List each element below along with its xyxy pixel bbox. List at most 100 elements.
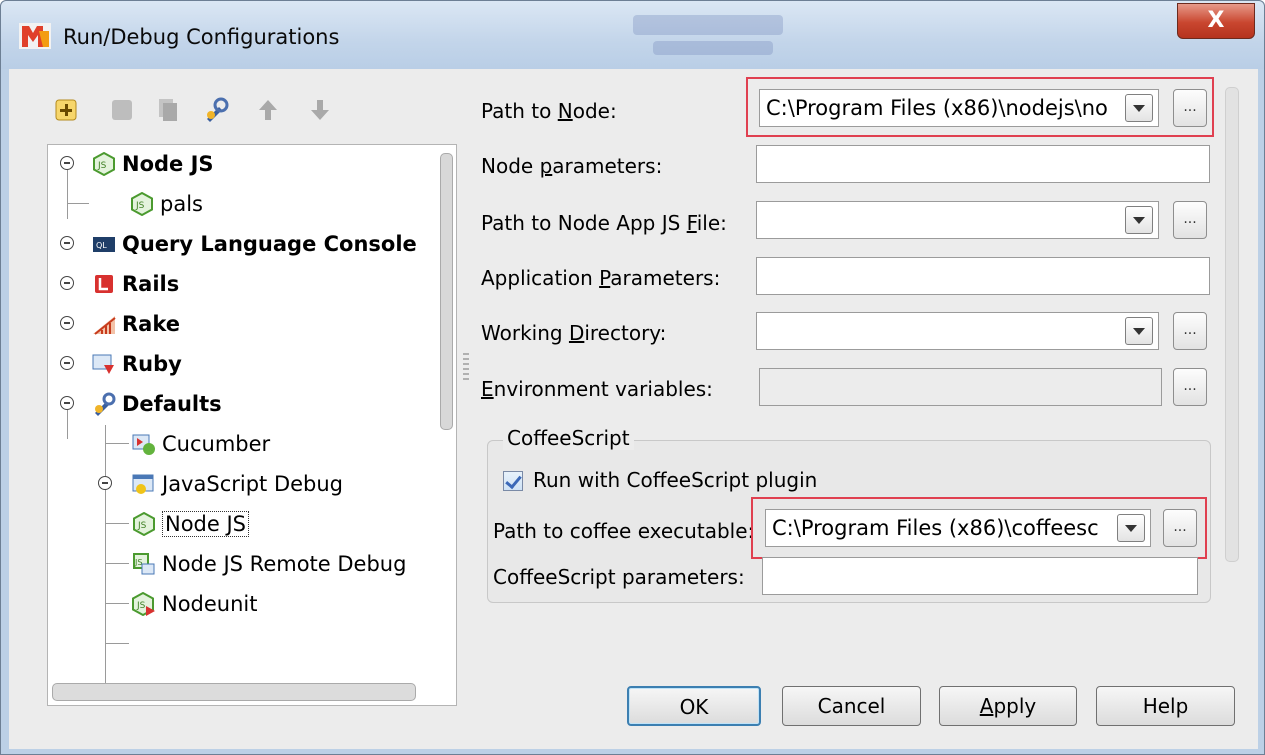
tree-line	[67, 203, 89, 204]
rake-icon	[93, 316, 116, 335]
add-icon[interactable]	[53, 97, 79, 123]
tree-expander[interactable]	[60, 316, 74, 330]
coffeescript-parameters-label: CoffeeScript parameters:	[493, 565, 745, 589]
working-directory-input[interactable]	[756, 312, 1159, 350]
tree-line	[105, 443, 129, 444]
tree-horizontal-scrollbar[interactable]	[52, 683, 416, 701]
tree-line	[105, 603, 129, 604]
tree-expander[interactable]	[98, 476, 112, 490]
ok-button[interactable]: OK	[627, 686, 761, 726]
tree-expander[interactable]	[60, 236, 74, 250]
node-parameters-input[interactable]	[756, 145, 1210, 183]
wrench-icon	[95, 392, 116, 416]
tree-item-label: Cucumber	[162, 432, 271, 456]
tree-vertical-scrollbar[interactable]	[438, 147, 454, 695]
app-js-file-label: Path to Node App JS File:	[481, 211, 727, 235]
working-directory-label: Working Directory:	[481, 321, 667, 345]
rails-icon	[95, 275, 113, 293]
tree-expander[interactable]	[60, 396, 74, 410]
query-console-icon: QL	[93, 237, 115, 252]
dialog-window: Run/Debug Configurations X JS Node JS JS…	[0, 0, 1265, 755]
tree-expander[interactable]	[60, 356, 74, 370]
cancel-button[interactable]: Cancel	[782, 686, 921, 726]
tree-item-label: Query Language Console	[122, 232, 417, 256]
node-parameters-label: Node parameters:	[481, 154, 663, 178]
tree-item-label: Rake	[122, 312, 180, 336]
tree-item-rake[interactable]: Rake	[92, 305, 180, 343]
ruby-icon	[92, 354, 114, 374]
move-up-icon[interactable]	[255, 97, 281, 123]
coffeescript-parameters-input[interactable]	[762, 557, 1198, 595]
coffee-executable-label: Path to coffee executable:	[493, 519, 755, 543]
remove-icon[interactable]	[109, 97, 135, 123]
working-directory-dropdown[interactable]	[1125, 317, 1153, 345]
highlight-box	[746, 77, 1214, 137]
dialog-content: JS Node JS JS pals QL Query Language Con…	[9, 69, 1258, 749]
nodejs-icon: JS	[93, 152, 115, 176]
tree-item-cucumber[interactable]: Cucumber	[132, 425, 270, 463]
help-button[interactable]: Help	[1096, 686, 1235, 726]
background-blur	[633, 15, 783, 35]
nodejs-icon: JS	[131, 192, 153, 216]
tree-item-query-language-console[interactable]: QL Query Language Console	[92, 225, 417, 263]
tree-item-defaults[interactable]: Defaults	[92, 385, 222, 423]
edit-defaults-icon[interactable]	[203, 97, 229, 123]
tree-item-node-js[interactable]: JS Node JS	[92, 145, 214, 183]
tree-expander[interactable]	[60, 276, 74, 290]
apply-button[interactable]: Apply	[939, 686, 1077, 726]
tree-item-label: JavaScript Debug	[162, 472, 344, 496]
tree-item-label: pals	[160, 192, 203, 216]
tree-line	[105, 563, 129, 564]
nodeunit-icon: JS	[132, 592, 155, 616]
svg-text:QL: QL	[96, 241, 107, 250]
app-parameters-label: Application Parameters:	[481, 266, 721, 290]
tree-item-nodeunit[interactable]: JS Nodeunit	[132, 585, 258, 623]
tree-item-rails[interactable]: Rails	[92, 265, 179, 303]
panel-splitter[interactable]	[463, 353, 469, 381]
tree-item-label: Node JS	[162, 511, 250, 537]
run-with-coffeescript-label[interactable]: Run with CoffeeScript plugin	[533, 468, 817, 492]
tree-item-node-js-default[interactable]: JS Node JS	[132, 505, 250, 543]
cucumber-icon	[132, 434, 155, 455]
tree-item-ruby[interactable]: Ruby	[92, 345, 182, 383]
working-directory-browse-button[interactable]: ...	[1173, 312, 1207, 350]
run-with-coffeescript-checkbox[interactable]	[503, 471, 523, 491]
tree-line	[105, 425, 106, 690]
close-button[interactable]: X	[1177, 3, 1255, 39]
tree-item-label: Node JS	[122, 152, 214, 176]
window-title: Run/Debug Configurations	[63, 25, 340, 49]
title-bar[interactable]: Run/Debug Configurations X	[1, 1, 1264, 69]
configurations-tree[interactable]: JS Node JS JS pals QL Query Language Con…	[47, 144, 457, 706]
app-js-file-input[interactable]	[756, 201, 1159, 239]
app-js-file-dropdown[interactable]	[1125, 206, 1153, 234]
app-js-file-browse-button[interactable]: ...	[1173, 201, 1207, 239]
environment-variables-input[interactable]	[759, 368, 1162, 406]
svg-text:JS: JS	[135, 201, 145, 211]
tree-item-node-js-remote-debug[interactable]: JS Node JS Remote Debug	[132, 545, 406, 583]
svg-text:JS: JS	[136, 601, 146, 611]
svg-text:JS: JS	[97, 161, 107, 171]
tree-item-pals[interactable]: JS pals	[130, 185, 203, 223]
tree-line	[105, 643, 129, 644]
tree-line	[105, 523, 129, 524]
scrollbar-thumb[interactable]	[440, 153, 453, 430]
path-to-node-label: Path to Node:	[481, 99, 617, 123]
highlight-box	[751, 497, 1207, 559]
move-down-icon[interactable]	[307, 97, 333, 123]
tree-item-label: Node JS Remote Debug	[162, 552, 407, 576]
svg-text:JS: JS	[134, 558, 142, 567]
svg-text:JS: JS	[137, 521, 147, 531]
copy-icon[interactable]	[155, 97, 181, 123]
tree-item-label: Ruby	[122, 352, 182, 376]
tree-item-label: Nodeunit	[162, 592, 258, 616]
tree-item-javascript-debug[interactable]: JavaScript Debug	[132, 465, 343, 503]
tree-item-label: Rails	[122, 272, 180, 296]
environment-variables-browse-button[interactable]: ...	[1173, 368, 1207, 406]
tree-line	[67, 165, 68, 219]
js-debug-icon	[132, 474, 154, 494]
form-vertical-scrollbar[interactable]	[1225, 87, 1239, 562]
tree-expander[interactable]	[60, 156, 74, 170]
app-parameters-input[interactable]	[756, 257, 1210, 295]
environment-variables-label: Environment variables:	[481, 377, 713, 401]
nodejs-remote-icon: JS	[133, 553, 155, 575]
